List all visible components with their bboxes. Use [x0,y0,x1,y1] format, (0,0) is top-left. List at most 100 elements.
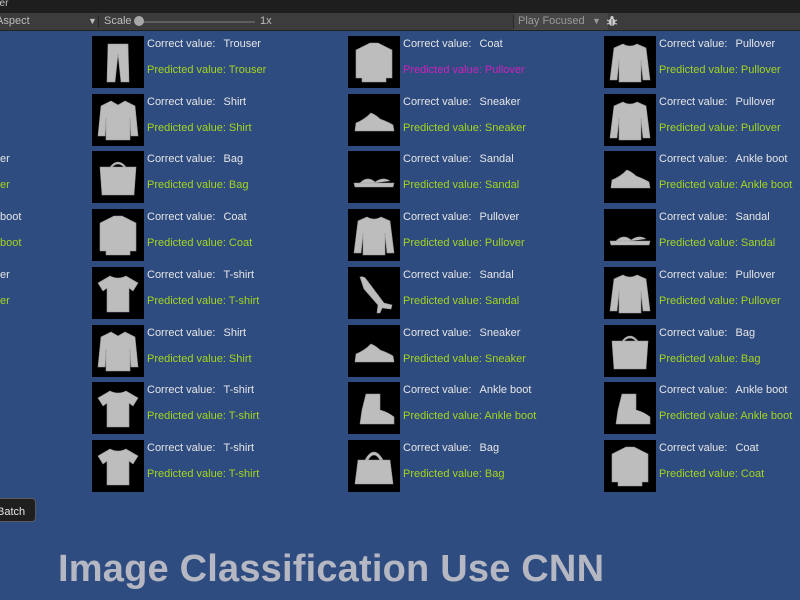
scale-slider-thumb[interactable] [134,16,144,26]
correct-value: Pullover [735,95,776,108]
coat-image [604,439,656,492]
correct-value-line: Correct value: Bag [659,327,755,339]
batch-button[interactable]: Batch [0,498,36,522]
correct-value: Bag [223,153,244,166]
scale-label: Scale [104,15,132,27]
predicted-value-line: Predicted value: Bag [147,179,249,192]
correct-value-label: Correct value: [659,268,728,281]
correct-value-line: Correct value: Sneaker [403,96,520,108]
correct-value-label: Correct value: [403,153,472,166]
correct-value: Pullover [735,38,776,50]
correct-value-line: Correct value: Bag [403,442,499,454]
correct-value: T-shirt [223,384,255,397]
predicted-value-line: Predicted value: Coat [659,467,765,480]
correct-value-label: Correct value: [147,153,216,166]
prediction-cell: Correct value: Ankle boot Predicted value:… [604,382,800,438]
correct-value-label: Correct value: [659,153,728,166]
correct-value-label: Correct value: [659,38,728,50]
bag-image [604,324,656,377]
correct-value: Ankle boot [735,153,788,166]
correct-value-label: Correct value: [147,95,216,108]
aspect-dropdown[interactable]: Aspect [0,13,30,30]
correct-value: Sneaker [479,326,521,339]
correct-value-label: Correct value: [147,268,216,281]
shirt-image [92,93,144,146]
correct-value-line: Correct value: T-shirt [147,442,254,454]
correct-value: T-shirt [223,268,255,281]
prediction-cell: Correct value: Bag Predicted value: Bag [348,439,548,496]
shirt-image [92,324,144,377]
correct-value-line: Correct value: Ankle boot [659,384,787,396]
game-view-toolbar: Aspect ▼ Scale 1x Play Focused ▼ [0,13,800,31]
predicted-value-fragment: er [0,294,10,307]
correct-value-line: Correct value: Sandal [659,211,770,223]
correct-value-label: Correct value: [147,38,216,50]
pullover-image [604,93,656,146]
handbag-image [348,439,400,492]
prediction-cell: Correct value: T-shirt Predicted value: T-… [92,439,292,496]
correct-value-line: Correct value: Pullover [659,38,775,50]
correct-value-line: Correct value: T-shirt [147,384,254,396]
correct-value-label: Correct value: [403,268,472,281]
correct-value-label: Correct value: [403,384,472,397]
correct-value: Coat [735,441,759,454]
sandal-image [348,151,400,204]
prediction-cell: Correct value: Bag Predicted value: Bag [92,151,292,207]
sneaker-image [348,93,400,146]
correct-value: Pullover [479,211,520,224]
correct-value-label: Correct value: [403,326,472,339]
predicted-value-line: Predicted value: Sneaker [403,121,526,134]
predicted-value-line: Predicted value: Ankle boot [659,179,793,192]
scale-slider-track[interactable] [139,21,255,23]
page-title: Image Classification Use CNN [58,548,605,590]
coat-image [92,209,144,262]
correct-value: Sandal [735,211,770,224]
correct-value-label: Correct value: [147,211,216,224]
sandal-image [604,209,656,262]
correct-value-label: Correct value: [659,326,728,339]
prediction-cell: Correct value: Shirt Predicted value: Shir… [92,324,292,381]
correct-value-label: Correct value: [659,211,728,224]
predicted-value-line: Predicted value: Sandal [403,179,520,192]
predicted-value-line: Predicted value: T-shirt [147,294,260,307]
predicted-value-line: Predicted value: Shirt [147,352,252,365]
predicted-value-line: Predicted value: Shirt [147,121,252,134]
correct-value-label: Correct value: [403,38,472,50]
correct-value-line: Correct value: Shirt [147,96,246,108]
correct-value-line: Correct value: Pullover [403,211,519,223]
window-title-bar: her [0,0,800,13]
correct-value-label: Correct value: [147,384,216,397]
correct-value-line: Correct value: Coat [147,211,247,223]
pullover-image [348,209,400,262]
correct-value-line: Correct value: Pullover [659,269,775,281]
dropdown-arrow-icon[interactable]: ▼ [592,13,601,30]
correct-value-line: Correct value: Coat [403,38,503,50]
correct-value: Ankle boot [735,384,788,397]
predicted-value-line: Predicted value: Bag [403,467,505,480]
predicted-value-line: Predicted value: Coat [147,237,253,250]
correct-value-line: Correct value: Sneaker [403,327,520,339]
predicted-value-line: Predicted value: Sandal [403,294,520,307]
bug-icon[interactable] [606,15,618,32]
predicted-value-line: Predicted value: Pullover [403,237,525,250]
prediction-cell: Correct value: Coat Predicted value: Pullo… [348,36,548,92]
coat-image [348,36,400,88]
boot-image [604,382,656,435]
prediction-cell: Correct value: T-shirt Predicted value: T-… [92,266,292,323]
correct-value: Sandal [479,268,514,281]
trouser-image [92,36,144,88]
prediction-cell: Correct value: Ankle boot Predicted value:… [348,382,548,438]
correct-value: Coat [223,211,247,224]
correct-value-label: Correct value: [659,441,728,454]
predicted-value-line: Predicted value: T-shirt [147,467,260,480]
boot-image [348,382,400,435]
prediction-cell: Correct value: Coat Predicted value: Coat [604,439,800,496]
prediction-cell: Correct value: Ankle boot Predicted value:… [604,151,800,207]
tshirt-image [92,439,144,492]
prediction-cell: Correct value: Pullover Predicted value: P… [604,93,800,150]
dropdown-arrow-icon[interactable]: ▼ [88,13,97,30]
pullover-image [604,36,656,88]
correct-value-label: Correct value: [403,211,472,224]
correct-value: Sneaker [479,95,521,108]
predicted-value-line: Predicted value: Pullover [659,294,781,307]
